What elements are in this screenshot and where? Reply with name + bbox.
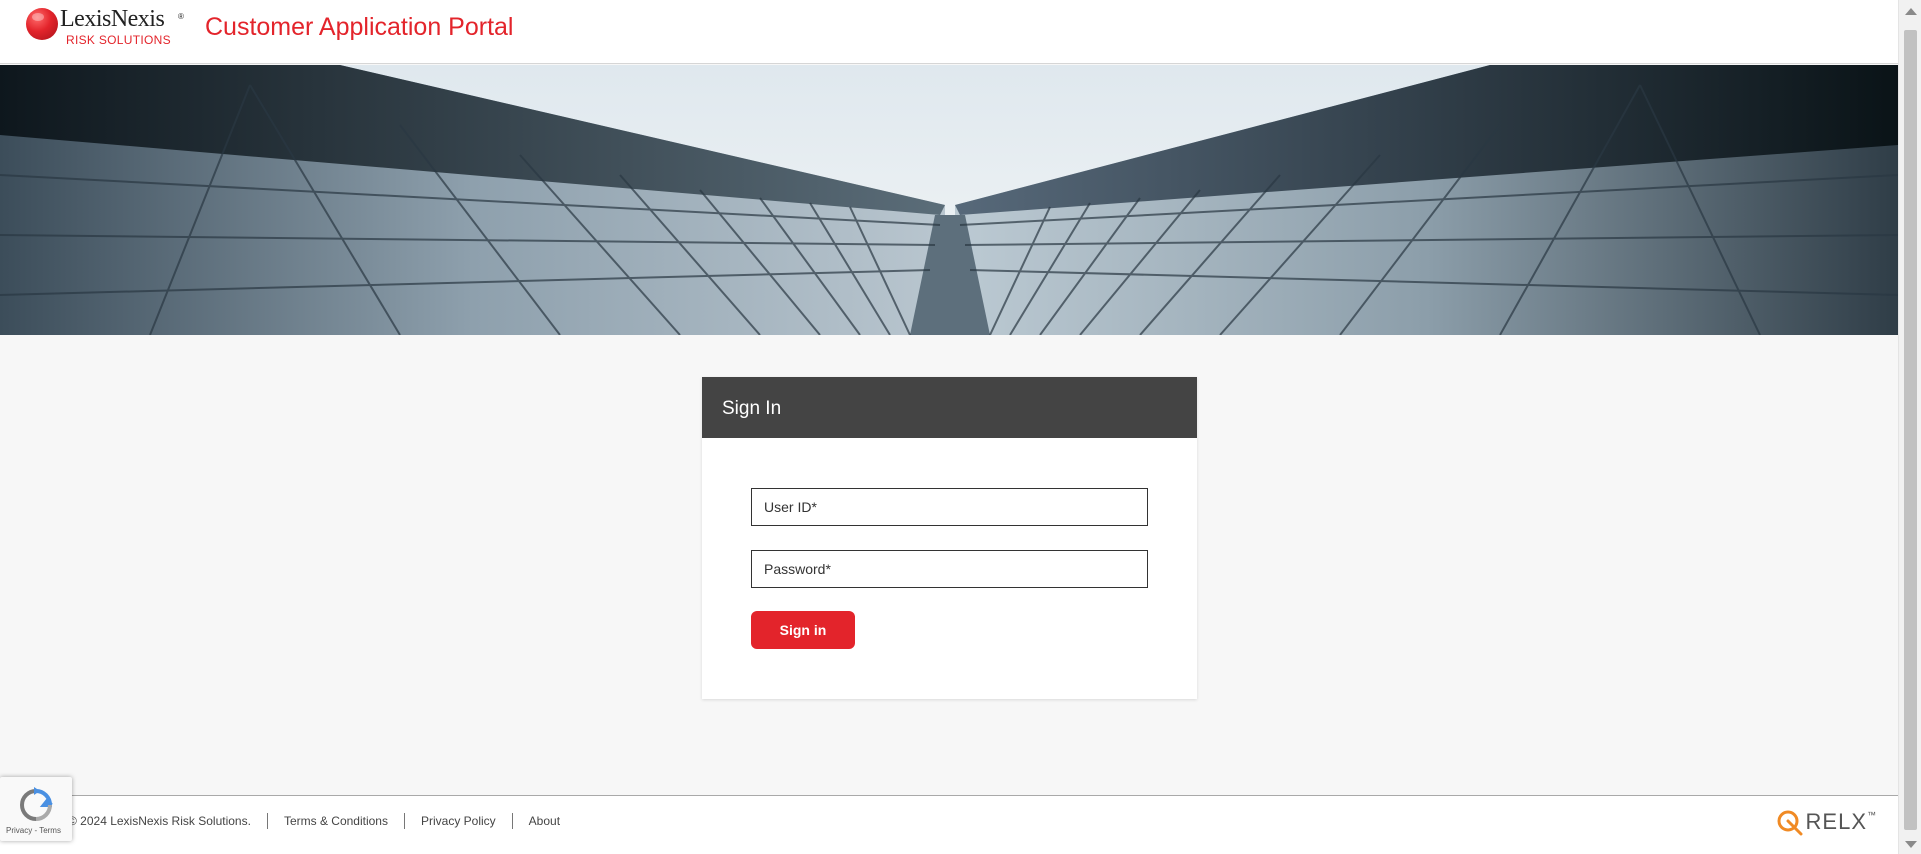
- footer-links: © 2024 LexisNexis Risk Solutions. Terms …: [68, 813, 560, 829]
- recaptcha-badge[interactable]: Privacy - Terms: [0, 777, 72, 841]
- scrollbar-thumb[interactable]: [1904, 30, 1917, 830]
- footer-link-terms[interactable]: Terms & Conditions: [284, 814, 388, 828]
- sign-in-title: Sign In: [702, 377, 1197, 438]
- page-header: LexisNexis ® RISK SOLUTIONS Customer App…: [0, 0, 1898, 64]
- footer-link-privacy[interactable]: Privacy Policy: [421, 814, 496, 828]
- relx-logo-icon: [1777, 810, 1803, 836]
- sign-in-card: Sign In Sign in: [702, 377, 1197, 699]
- skyscraper-illustration: [0, 65, 1898, 335]
- footer-link-about[interactable]: About: [529, 814, 560, 828]
- relx-wordmark: RELX: [1805, 809, 1867, 834]
- hero-banner-image: [0, 65, 1898, 335]
- logo-name: LexisNexis: [60, 6, 165, 32]
- logo-registered-mark: ®: [178, 12, 184, 21]
- sign-in-button[interactable]: Sign in: [751, 611, 855, 649]
- footer-divider: [403, 813, 405, 829]
- user-id-input[interactable]: [751, 488, 1148, 526]
- portal-title: Customer Application Portal: [205, 13, 514, 41]
- vertical-scrollbar[interactable]: [1898, 0, 1921, 854]
- footer-divider: [511, 813, 513, 829]
- recaptcha-icon: [19, 787, 53, 821]
- relx-trademark: ™: [1867, 810, 1876, 820]
- logo-subtitle: RISK SOLUTIONS: [66, 33, 171, 47]
- footer-copyright: © 2024 LexisNexis Risk Solutions.: [68, 814, 251, 828]
- footer-divider: [266, 813, 268, 829]
- recaptcha-links[interactable]: Privacy - Terms: [6, 826, 61, 835]
- password-input[interactable]: [751, 550, 1148, 588]
- scroll-down-arrow-icon[interactable]: [1905, 841, 1917, 848]
- scroll-up-arrow-icon[interactable]: [1905, 8, 1917, 15]
- page-footer: © 2024 LexisNexis Risk Solutions. Terms …: [0, 795, 1898, 854]
- lexisnexis-ball-icon: [26, 8, 58, 40]
- relx-logo: RELX ™: [1776, 808, 1876, 836]
- lexisnexis-logo[interactable]: LexisNexis ® RISK SOLUTIONS: [26, 6, 186, 50]
